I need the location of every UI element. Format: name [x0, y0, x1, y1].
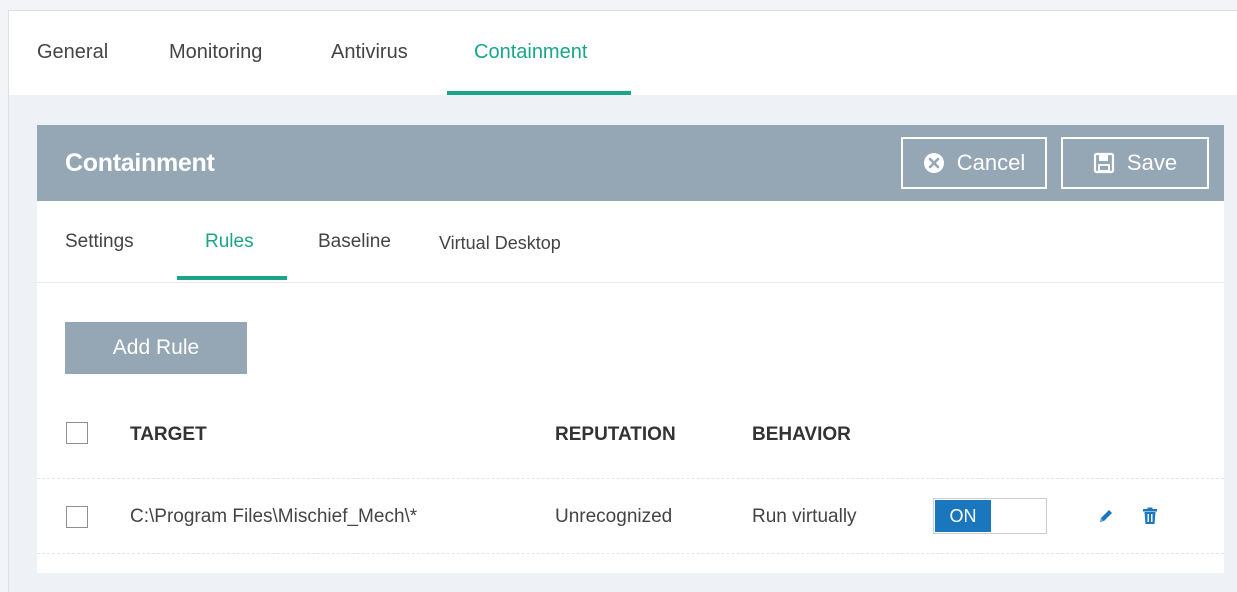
active-tab-indicator — [447, 91, 631, 95]
tab-rules[interactable]: Rules — [205, 231, 254, 253]
tab-baseline[interactable]: Baseline — [318, 231, 391, 253]
panel-title: Containment — [65, 149, 215, 177]
row-divider — [37, 553, 1224, 554]
sub-tab-bar: Settings Rules Baseline Virtual Desktop — [37, 201, 1224, 283]
cancel-circle-icon — [923, 152, 945, 174]
rule-enabled-toggle[interactable]: ON — [933, 498, 1047, 534]
column-header-target: TARGET — [130, 424, 207, 445]
reputation-cell: Unrecognized — [555, 506, 673, 527]
column-header-reputation: REPUTATION — [555, 424, 676, 445]
active-sub-tab-indicator — [177, 276, 287, 280]
save-button[interactable]: Save — [1061, 137, 1209, 189]
cancel-button-label: Cancel — [956, 150, 1026, 175]
add-rule-button[interactable]: Add Rule — [65, 322, 247, 374]
top-tab-bar: General Monitoring Antivirus Containment — [9, 11, 1237, 95]
row-divider — [37, 478, 1224, 479]
tab-virtual-desktop[interactable]: Virtual Desktop — [439, 233, 561, 254]
tab-monitoring[interactable]: Monitoring — [169, 41, 262, 64]
select-all-checkbox[interactable] — [66, 422, 88, 444]
behavior-cell: Run virtually — [752, 506, 857, 527]
tab-containment[interactable]: Containment — [474, 41, 587, 64]
page-frame: General Monitoring Antivirus Containment… — [8, 10, 1237, 592]
column-header-behavior: BEHAVIOR — [752, 424, 851, 445]
tab-antivirus[interactable]: Antivirus — [331, 41, 408, 64]
containment-panel: Containment Cancel Save Settings Rules B… — [37, 125, 1224, 573]
pencil-icon[interactable] — [1097, 507, 1115, 530]
toggle-on-label: ON — [935, 500, 991, 532]
tab-general[interactable]: General — [37, 41, 108, 64]
tab-settings[interactable]: Settings — [65, 231, 134, 253]
target-cell: C:\Program Files\Mischief_Mech\* — [130, 506, 418, 527]
save-button-label: Save — [1126, 150, 1178, 175]
trash-icon[interactable] — [1142, 507, 1158, 530]
floppy-disk-icon — [1093, 152, 1115, 174]
row-checkbox[interactable] — [66, 506, 88, 528]
panel-header: Containment Cancel Save — [37, 125, 1224, 201]
cancel-button[interactable]: Cancel — [901, 137, 1047, 189]
